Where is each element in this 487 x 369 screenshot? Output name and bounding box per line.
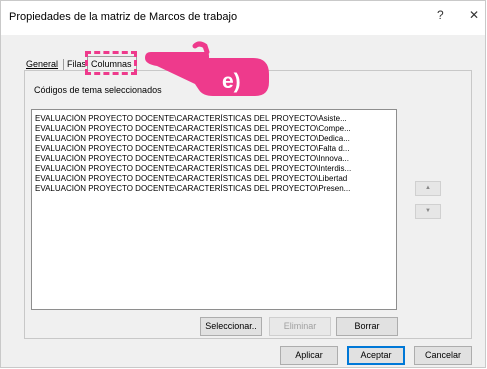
apply-button[interactable]: Aplicar bbox=[280, 346, 338, 365]
code-list-item[interactable]: EVALUACIÓN PROYECTO DOCENTE\CARACTERÍSTI… bbox=[32, 154, 396, 164]
code-list-item[interactable]: EVALUACIÓN PROYECTO DOCENTE\CARACTERÍSTI… bbox=[32, 114, 396, 124]
arrow-down-icon: ▼ bbox=[425, 208, 431, 214]
highlight-box bbox=[85, 51, 137, 75]
code-list-item[interactable]: EVALUACIÓN PROYECTO DOCENTE\CARACTERÍSTI… bbox=[32, 174, 396, 184]
code-list-item[interactable]: EVALUACIÓN PROYECTO DOCENTE\CARACTERÍSTI… bbox=[32, 144, 396, 154]
arrow-up-icon: ▲ bbox=[425, 185, 431, 191]
clear-button[interactable]: Borrar bbox=[336, 317, 398, 336]
move-down-button[interactable]: ▼ bbox=[415, 204, 441, 219]
cancel-button[interactable]: Cancelar bbox=[414, 346, 472, 365]
select-button[interactable]: Seleccionar.. bbox=[200, 317, 262, 336]
callout-label: e) bbox=[222, 70, 241, 93]
pointing-hand-icon bbox=[145, 41, 269, 96]
tab-general[interactable]: General bbox=[26, 59, 58, 69]
title-bar: Propiedades de la matriz de Marcos de tr… bbox=[1, 1, 485, 35]
code-list-item[interactable]: EVALUACIÓN PROYECTO DOCENTE\CARACTERÍSTI… bbox=[32, 164, 396, 174]
accept-button[interactable]: Aceptar bbox=[347, 346, 405, 365]
code-list-item[interactable]: EVALUACIÓN PROYECTO DOCENTE\CARACTERÍSTI… bbox=[32, 134, 396, 144]
close-button[interactable]: ✕ bbox=[469, 8, 479, 22]
tab-filas[interactable]: Filas bbox=[67, 59, 86, 69]
dialog-title: Propiedades de la matriz de Marcos de tr… bbox=[9, 11, 238, 23]
help-button[interactable]: ? bbox=[437, 8, 444, 22]
selected-codes-list[interactable]: EVALUACIÓN PROYECTO DOCENTE\CARACTERÍSTI… bbox=[31, 109, 397, 310]
code-list-item[interactable]: EVALUACIÓN PROYECTO DOCENTE\CARACTERÍSTI… bbox=[32, 184, 396, 194]
remove-button[interactable]: Eliminar bbox=[269, 317, 331, 336]
tab-separator bbox=[63, 59, 64, 70]
move-up-button[interactable]: ▲ bbox=[415, 181, 441, 196]
code-list-item[interactable]: EVALUACIÓN PROYECTO DOCENTE\CARACTERÍSTI… bbox=[32, 124, 396, 134]
